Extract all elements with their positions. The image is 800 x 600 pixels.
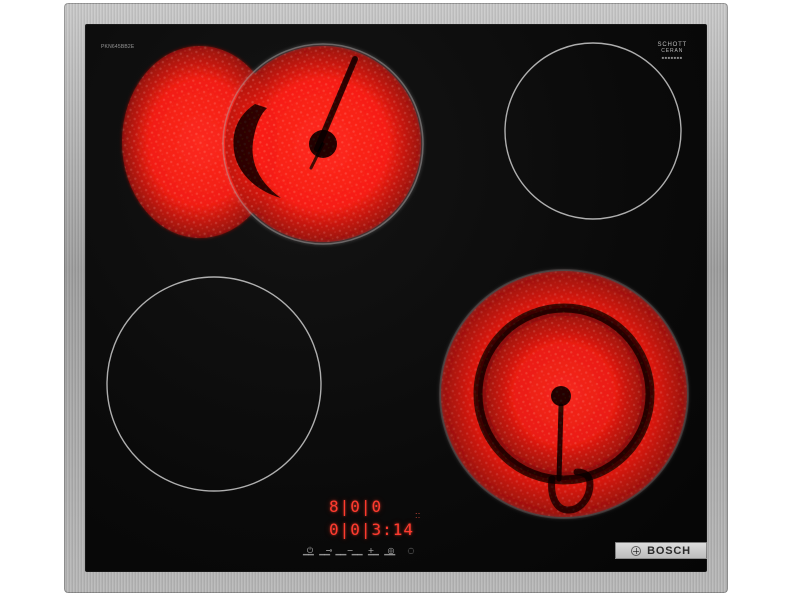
timer-icon: ◎ [387, 546, 395, 555]
model-code-label: PKN645BB2E [101, 44, 135, 50]
power-button[interactable]: ⏻ [304, 546, 316, 556]
plus-icon: + [367, 546, 375, 555]
display-indicator: :: [415, 510, 421, 520]
select-button[interactable]: ◌ [405, 546, 417, 556]
bosch-logo-icon [631, 545, 642, 556]
minus-icon: − [346, 546, 354, 555]
brand-name: BOSCH [647, 544, 691, 557]
power-icon: ⏻ [306, 546, 314, 555]
schott-ceran-mark: SCHOTT CERAN ■■■■■■■ [658, 42, 687, 60]
cooktop-photo: PKN645BB2E SCHOTT CERAN ■■■■■■■ 8|0|0 0|… [0, 0, 800, 600]
childlock-button[interactable]: ⊸ [323, 546, 335, 556]
timer-button[interactable]: ◎ [385, 546, 397, 556]
minus-button[interactable]: − [345, 546, 355, 556]
ceramic-glass-top: PKN645BB2E SCHOTT CERAN ■■■■■■■ [85, 24, 707, 572]
brand-badge: BOSCH [615, 542, 707, 559]
plus-button[interactable]: + [366, 546, 376, 556]
schott-line-3: ■■■■■■■ [661, 55, 683, 60]
schott-line-2: CERAN [661, 48, 684, 54]
control-display: 8|0|0 0|0|3:14 :: [329, 498, 425, 542]
display-row-1: 8|0|0 [329, 497, 383, 516]
select-icon: ◌ [407, 546, 415, 555]
lock-icon: ⊸ [325, 546, 333, 555]
slider-bars: ▁▁ ▁▁ ▁▁ ▁▁ ▁▁ ▁▁ [303, 546, 396, 556]
display-row-2: 0|0|3:14 [329, 520, 415, 539]
